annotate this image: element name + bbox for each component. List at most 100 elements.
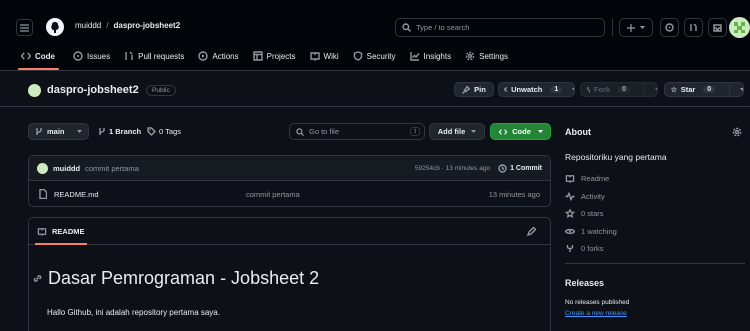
code-icon xyxy=(498,128,508,135)
readme-tab-underline xyxy=(35,243,87,245)
pencil-icon[interactable] xyxy=(527,226,536,236)
book-icon xyxy=(309,52,320,61)
triangle-down-icon xyxy=(572,87,574,90)
about-readme-link[interactable]: Readme xyxy=(565,174,609,183)
star-count: 0 xyxy=(703,86,716,93)
search-icon xyxy=(402,23,411,32)
triangle-down-icon xyxy=(537,129,543,133)
about-title: About xyxy=(565,127,591,137)
about-stars-link[interactable]: 0 stars xyxy=(565,209,604,218)
search-input[interactable]: Type / to search xyxy=(395,18,605,37)
eye-icon xyxy=(565,228,575,235)
book-icon xyxy=(37,227,47,236)
tab-readme[interactable]: README xyxy=(37,227,85,236)
file-time: 13 minutes ago xyxy=(488,189,540,199)
gear-icon[interactable] xyxy=(732,127,742,137)
go-to-file-input[interactable]: Go to file t xyxy=(289,123,425,140)
eye-icon xyxy=(504,87,508,92)
readme-title: Dasar Pemrograman - Jobsheet 2 xyxy=(48,268,320,288)
triangle-down-icon xyxy=(739,87,744,91)
branch-select-button[interactable]: main xyxy=(28,123,89,140)
create-release-link[interactable]: Create a new release xyxy=(565,310,627,317)
triangle-down-icon xyxy=(471,129,477,133)
pin-button[interactable]: Pin xyxy=(454,82,494,97)
table-icon xyxy=(252,51,263,61)
tab-code[interactable]: Code xyxy=(21,51,55,61)
hamburger-icon xyxy=(20,23,29,32)
branches-link[interactable]: 1 Branch xyxy=(98,127,141,136)
about-watching-link[interactable]: 1 watching xyxy=(565,227,617,236)
tab-projects[interactable]: Projects xyxy=(252,51,296,61)
list-item[interactable]: README.md commit pertama 13 minutes ago xyxy=(29,181,550,206)
file-icon xyxy=(39,189,47,199)
repo-nav: Code Issues Pull requests Actions Projec… xyxy=(21,51,508,61)
repo-forked-icon xyxy=(566,245,574,252)
repo-owner-avatar xyxy=(28,84,41,97)
about-activity-link[interactable]: Activity xyxy=(565,192,605,201)
readme-panel: README Dasar Pemrograman - Jobsheet 2 Ha… xyxy=(28,217,551,331)
add-file-button[interactable]: Add file xyxy=(429,123,485,140)
tab-pull-requests[interactable]: Pull requests xyxy=(124,51,184,61)
star-button[interactable]: Star 0 xyxy=(664,82,744,97)
git-branch-icon xyxy=(36,128,42,135)
about-forks-link[interactable]: 0 forks xyxy=(565,244,604,253)
about-description: Repositoriku yang pertama xyxy=(565,152,667,162)
git-pull-request-icon xyxy=(125,51,133,60)
play-icon xyxy=(198,51,209,61)
issue-opened-icon xyxy=(665,23,674,32)
tab-issues[interactable]: Issues xyxy=(73,51,110,61)
pin-icon xyxy=(462,85,471,94)
inbox-button[interactable] xyxy=(708,18,727,37)
keyboard-shortcut: t xyxy=(410,127,420,136)
commit-author[interactable]: muiddd xyxy=(53,164,80,173)
file-commit-message[interactable]: commit pertama xyxy=(246,190,300,199)
search-icon xyxy=(296,127,304,136)
tab-insights[interactable]: Insights xyxy=(409,51,451,61)
fork-button[interactable]: Fork 0 xyxy=(580,82,658,97)
tab-wiki[interactable]: Wiki xyxy=(309,51,339,61)
issues-button[interactable] xyxy=(660,18,679,37)
avatar xyxy=(37,162,48,174)
tab-settings[interactable]: Settings xyxy=(465,51,508,61)
commits-link[interactable]: 1 Commit xyxy=(498,163,542,173)
repo-forked-icon xyxy=(587,86,590,93)
breadcrumb: muiddd / daspro-jobsheet2 xyxy=(75,21,180,30)
pull-requests-button[interactable] xyxy=(684,18,703,37)
releases-empty-text: No releases published xyxy=(565,299,630,306)
readme-heading: Dasar Pemrograman - Jobsheet 2 xyxy=(33,268,319,289)
breadcrumb-owner[interactable]: muiddd xyxy=(75,21,101,30)
repo-name[interactable]: daspro-jobsheet2 xyxy=(47,84,139,96)
header-divider xyxy=(612,19,613,36)
breadcrumb-repo[interactable]: daspro-jobsheet2 xyxy=(113,21,180,30)
create-new-button[interactable] xyxy=(619,18,653,37)
pulse-icon xyxy=(565,192,575,201)
gear-icon xyxy=(465,51,475,61)
unwatch-button[interactable]: Unwatch 1 xyxy=(498,82,575,97)
git-pull-request-icon xyxy=(690,23,697,31)
triangle-down-icon xyxy=(640,25,645,29)
triangle-down-icon xyxy=(654,87,657,91)
inbox-icon xyxy=(713,23,722,32)
releases-title[interactable]: Releases xyxy=(565,278,604,288)
shield-icon xyxy=(353,51,362,61)
github-logo-icon[interactable] xyxy=(46,18,64,36)
readme-body: Hallo Github, ini adalah repository pert… xyxy=(47,308,220,317)
tab-security[interactable]: Security xyxy=(353,51,396,61)
tab-actions[interactable]: Actions xyxy=(198,51,239,61)
nav-divider xyxy=(0,70,750,71)
plus-icon xyxy=(627,23,635,32)
readme-header: README xyxy=(29,218,550,245)
sidebar-divider xyxy=(565,263,745,264)
link-icon[interactable] xyxy=(33,274,42,283)
search-placeholder: Type / to search xyxy=(416,23,470,32)
hamburger-menu-button[interactable] xyxy=(16,19,33,36)
issue-opened-icon xyxy=(73,51,83,61)
commit-meta[interactable]: 59254cb · 13 minutes ago xyxy=(415,165,490,172)
fork-count: 0 xyxy=(618,86,631,93)
file-name[interactable]: README.md xyxy=(54,190,99,199)
tags-link[interactable]: 0 Tags xyxy=(147,127,181,136)
user-avatar[interactable] xyxy=(729,17,750,38)
commit-message[interactable]: commit pertama xyxy=(85,164,139,173)
watch-count: 1 xyxy=(550,86,563,93)
code-button[interactable]: Code xyxy=(490,123,551,140)
